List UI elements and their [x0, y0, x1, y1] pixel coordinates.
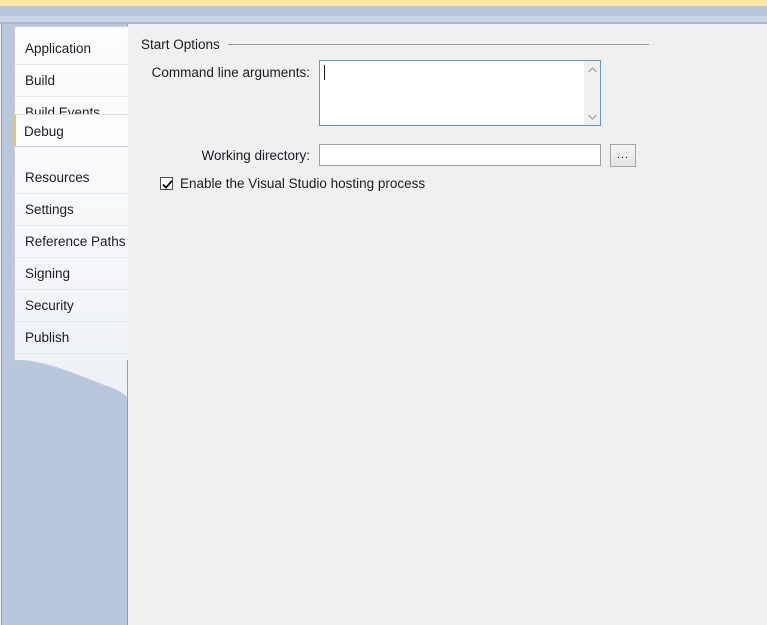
sidebar-item-label: Build [25, 73, 56, 88]
text-caret [324, 65, 325, 80]
sidebar-item-debug[interactable]: Debug [13, 114, 128, 147]
sidebar-item-label: Security [25, 298, 74, 313]
command-line-arguments-input[interactable] [319, 60, 601, 126]
sidebar-item-publish[interactable]: Publish [15, 322, 128, 354]
group-divider [227, 44, 649, 45]
sidebar-item-signing[interactable]: Signing [15, 258, 128, 290]
command-line-arguments-label: Command line arguments: [151, 65, 310, 80]
hosting-process-label: Enable the Visual Studio hosting process [180, 176, 426, 191]
command-line-arguments-row: Command line arguments: [130, 60, 767, 136]
working-directory-input[interactable] [319, 144, 601, 166]
sidebar-item-security[interactable]: Security [15, 290, 128, 322]
sidebar-item-label: Debug [24, 124, 64, 139]
sidebar-item-application[interactable]: Application [15, 33, 128, 65]
sidebar-item-label: Reference Paths [25, 234, 126, 249]
start-options-group-header: Start Options [141, 37, 649, 52]
debug-settings-pane: Start Options Command line arguments: Wo… [130, 24, 767, 625]
property-tab-list: Application Build Build Events Debug Res… [14, 26, 128, 366]
sidebar-item-label: Application [25, 41, 92, 56]
working-directory-browse-button[interactable]: ... [610, 144, 636, 167]
window-chrome-band [0, 6, 767, 16]
sidebar-item-label: Publish [25, 330, 70, 345]
command-line-arguments-text[interactable] [320, 61, 583, 125]
selected-tab-accent-bar [13, 115, 16, 146]
command-line-arguments-scrollbar[interactable] [583, 61, 600, 125]
chevron-down-icon[interactable] [584, 108, 601, 125]
sidebar-item-label: Settings [25, 202, 74, 217]
working-directory-label: Working directory: [201, 148, 310, 163]
sidebar-item-settings[interactable]: Settings [15, 194, 128, 226]
hosting-process-checkbox[interactable] [160, 177, 173, 190]
hosting-process-row[interactable]: Enable the Visual Studio hosting process [160, 176, 425, 191]
group-title: Start Options [141, 37, 220, 52]
sidebar-item-resources[interactable]: Resources [15, 162, 128, 194]
sidebar-item-reference-paths[interactable]: Reference Paths [15, 226, 128, 258]
working-directory-row: Working directory: ... [130, 144, 767, 170]
sidebar-item-label: Signing [25, 266, 71, 281]
checkmark-icon [162, 180, 173, 189]
sidebar-item-label: Resources [25, 170, 90, 185]
sidebar-item-build[interactable]: Build [15, 65, 128, 97]
chevron-up-icon[interactable] [584, 61, 601, 78]
